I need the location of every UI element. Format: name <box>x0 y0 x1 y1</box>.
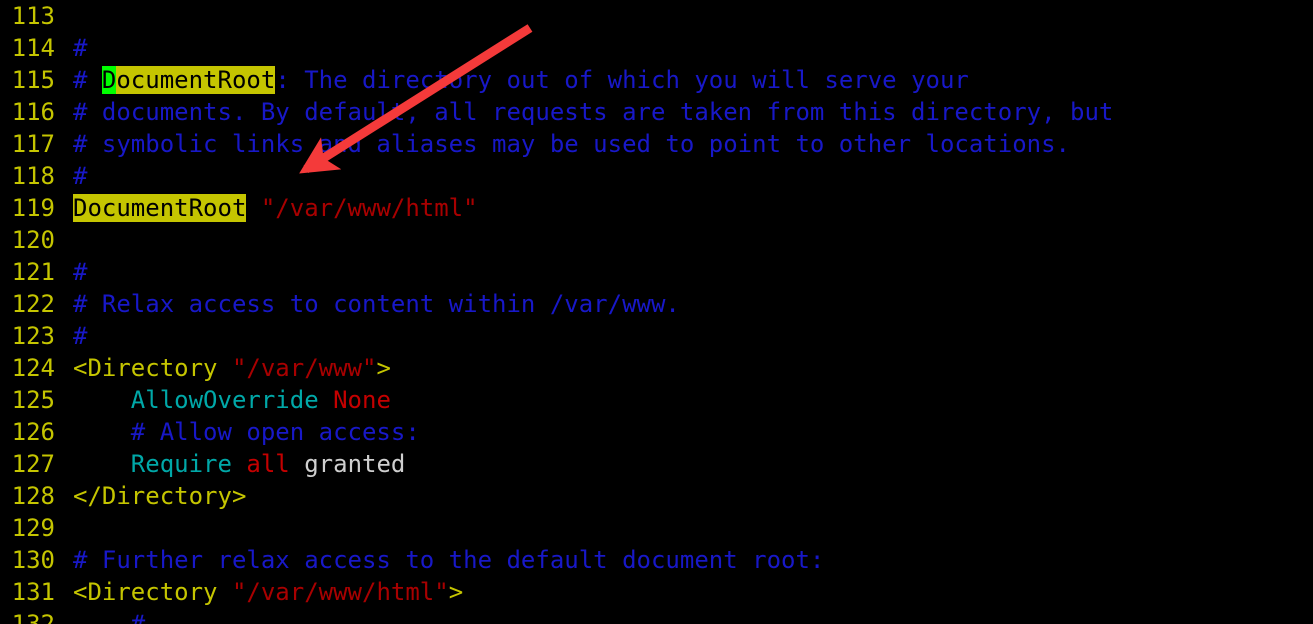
line-number: 114 <box>11 34 55 62</box>
code-token: </Directory> <box>73 482 247 510</box>
code-line[interactable]: 119 DocumentRoot "/var/www/html" <box>0 192 1313 224</box>
code-line-text[interactable]: # <box>73 34 87 62</box>
code-line-text[interactable]: # Allow open access: <box>73 418 420 446</box>
line-number: 128 <box>11 482 55 510</box>
code-token: <Directory <box>73 354 232 382</box>
line-number: 120 <box>11 226 55 254</box>
code-line-text[interactable]: DocumentRoot "/var/www/html" <box>73 194 478 222</box>
code-line[interactable]: 127 Require all granted <box>0 448 1313 480</box>
code-line-text[interactable]: # <box>73 610 145 624</box>
line-number: 124 <box>11 354 55 382</box>
code-token: "/var/www/html" <box>260 194 478 222</box>
code-token: # <box>130 610 146 624</box>
code-token: # Further relax access to the default do… <box>73 546 825 574</box>
line-number: 132 <box>11 610 55 624</box>
code-token: # symbolic links and aliases may be used… <box>73 130 1070 158</box>
code-line[interactable]: 114 # <box>0 32 1313 64</box>
code-line-text[interactable]: # <box>73 258 87 286</box>
line-number: 113 <box>11 2 55 30</box>
code-line[interactable]: 128 </Directory> <box>0 480 1313 512</box>
code-token: # Relax access to content within /var/ww… <box>73 290 680 318</box>
code-token: AllowOverride <box>130 386 319 414</box>
code-token: None <box>333 386 391 414</box>
code-token: # <box>73 34 88 62</box>
search-match: ocumentRoot <box>116 66 276 94</box>
code-token: Require <box>130 450 232 478</box>
line-number: 121 <box>11 258 55 286</box>
code-line-text[interactable]: # <box>73 162 87 190</box>
code-token: # <box>73 162 88 190</box>
code-editor-viewport[interactable]: 113 114 #115 # DocumentRoot: The directory … <box>0 0 1313 624</box>
code-token: # <box>73 66 102 94</box>
code-lines-container[interactable]: 113 114 #115 # DocumentRoot: The directory … <box>0 0 1313 624</box>
code-line[interactable]: 118 # <box>0 160 1313 192</box>
code-token: # <box>73 258 88 286</box>
code-line-text[interactable]: Require all granted <box>73 450 406 478</box>
code-line[interactable]: 125 AllowOverride None <box>0 384 1313 416</box>
code-token: "/var/www/html" <box>231 578 449 606</box>
line-number: 117 <box>11 130 55 158</box>
code-token: all <box>246 450 290 478</box>
code-line[interactable]: 130 # Further relax access to the default… <box>0 544 1313 576</box>
code-line[interactable]: 117 # symbolic links and aliases may be u… <box>0 128 1313 160</box>
code-line-text[interactable]: <Directory "/var/www/html"> <box>73 578 463 606</box>
search-match: DocumentRoot <box>73 194 247 222</box>
line-number: 119 <box>11 194 55 222</box>
code-line-text[interactable]: # Further relax access to the default do… <box>73 546 824 574</box>
code-line[interactable]: 126 # Allow open access: <box>0 416 1313 448</box>
code-token: <Directory <box>73 578 232 606</box>
code-token: : The directory out of which you will se… <box>275 66 969 94</box>
code-token: granted <box>289 450 406 478</box>
code-line-text[interactable]: # <box>73 322 87 350</box>
code-line[interactable]: 129 <box>0 512 1313 544</box>
code-line[interactable]: 131 <Directory "/var/www/html"> <box>0 576 1313 608</box>
code-line-text[interactable]: # Relax access to content within /var/ww… <box>73 290 680 318</box>
code-line[interactable]: 113 <box>0 0 1313 32</box>
code-line[interactable]: 132 # <box>0 608 1313 624</box>
line-number: 122 <box>11 290 55 318</box>
code-token: # Allow open access: <box>130 418 420 446</box>
code-line[interactable]: 120 <box>0 224 1313 256</box>
code-line[interactable]: 121 # <box>0 256 1313 288</box>
line-number: 131 <box>11 578 55 606</box>
line-number: 129 <box>11 514 55 542</box>
code-line[interactable]: 124 <Directory "/var/www"> <box>0 352 1313 384</box>
line-number: 116 <box>11 98 55 126</box>
code-line-text[interactable]: </Directory> <box>73 482 246 510</box>
line-number: 126 <box>11 418 55 446</box>
code-token: # documents. By default, all requests ar… <box>73 98 1114 126</box>
line-number: 123 <box>11 322 55 350</box>
code-line[interactable]: 122 # Relax access to content within /var… <box>0 288 1313 320</box>
line-number: 127 <box>11 450 55 478</box>
line-number: 118 <box>11 162 55 190</box>
code-line-text[interactable]: # documents. By default, all requests ar… <box>73 98 1113 126</box>
line-number: 115 <box>11 66 55 94</box>
code-token: # <box>73 322 88 350</box>
code-token: > <box>448 578 464 606</box>
code-line-text[interactable]: # symbolic links and aliases may be used… <box>73 130 1070 158</box>
code-line-text[interactable]: # DocumentRoot: The directory out of whi… <box>73 66 969 94</box>
cursor-char: D <box>101 66 117 94</box>
line-number: 130 <box>11 546 55 574</box>
code-line[interactable]: 115 # DocumentRoot: The directory out of … <box>0 64 1313 96</box>
line-number: 125 <box>11 386 55 414</box>
code-token: > <box>376 354 391 382</box>
code-line-text[interactable]: <Directory "/var/www"> <box>73 354 391 382</box>
code-line[interactable]: 116 # documents. By default, all requests… <box>0 96 1313 128</box>
code-token: "/var/www" <box>231 354 377 382</box>
code-line-text[interactable]: AllowOverride None <box>73 386 391 414</box>
code-line[interactable]: 123 # <box>0 320 1313 352</box>
